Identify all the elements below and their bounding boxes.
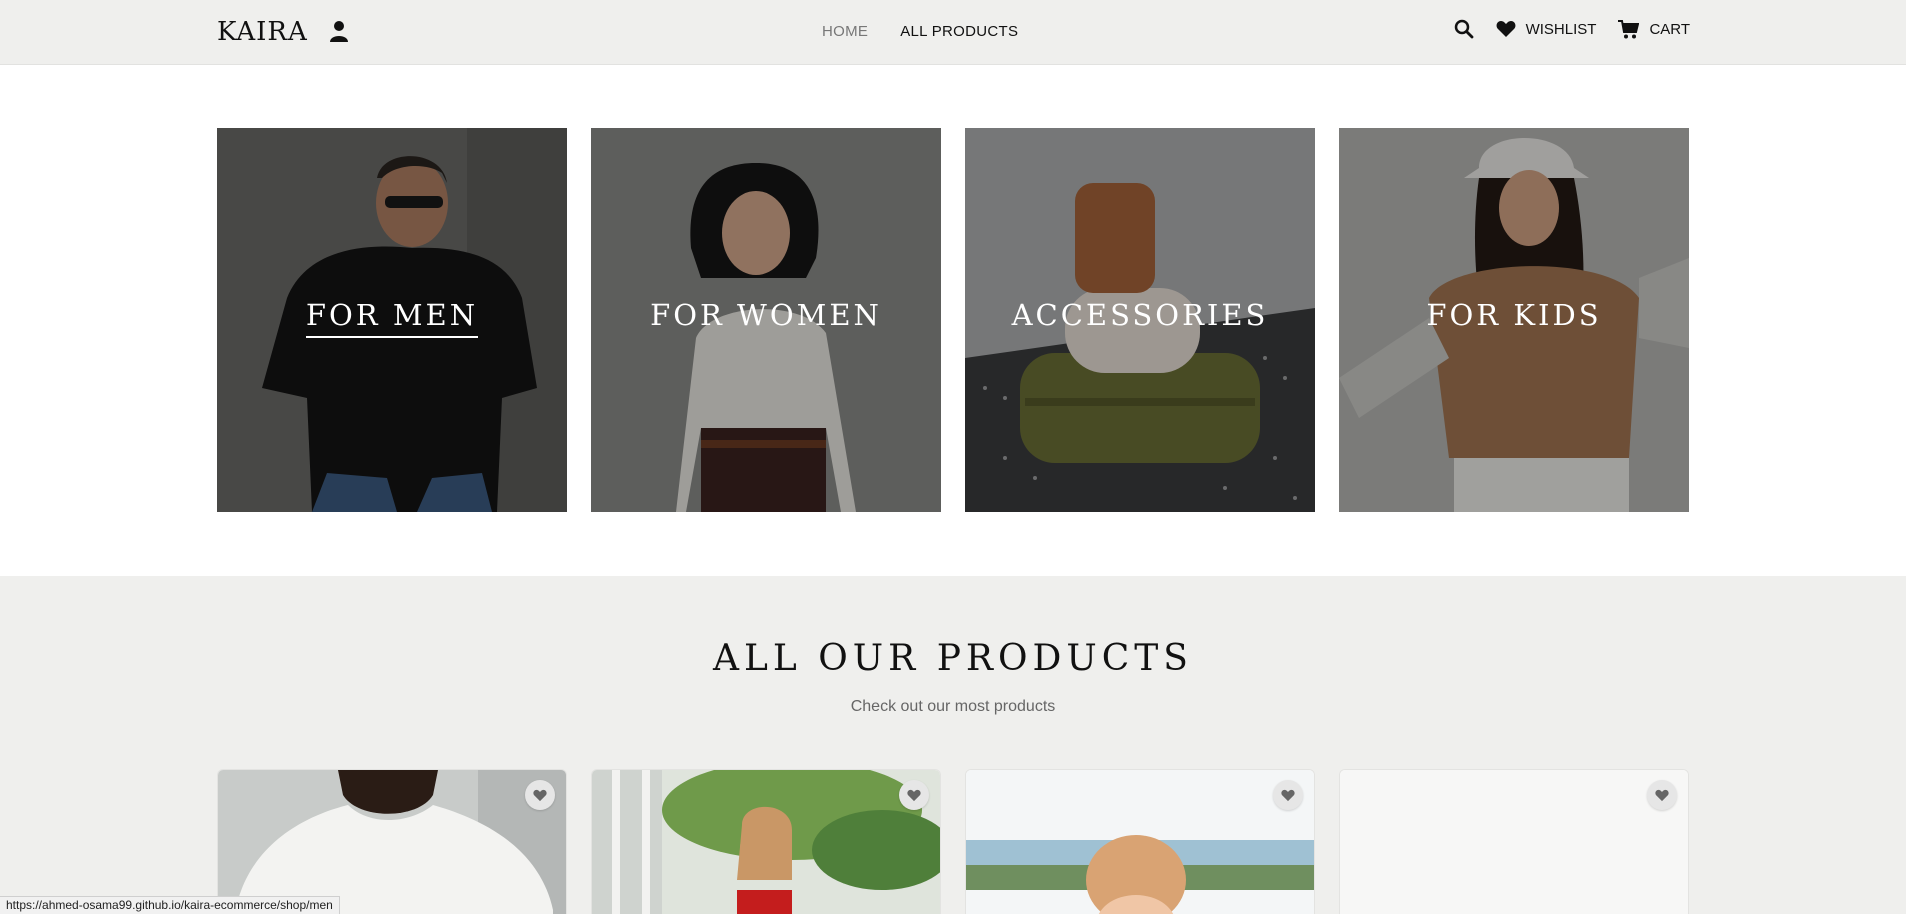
site-logo[interactable]: KAIRA xyxy=(217,17,308,47)
search-button[interactable] xyxy=(1454,19,1474,39)
heart-icon xyxy=(533,789,547,801)
product-card[interactable] xyxy=(591,769,941,914)
user-icon[interactable] xyxy=(330,20,348,42)
product-image xyxy=(966,770,1314,914)
category-label: FOR KIDS xyxy=(1426,298,1602,332)
product-card[interactable] xyxy=(217,769,567,914)
header-tools: WISHLIST CART xyxy=(1454,19,1690,39)
cart-label: CART xyxy=(1649,20,1690,38)
category-label: FOR MEN xyxy=(217,298,567,338)
category-grid: FOR MEN FOR WOMEN ACCESSORIES FOR KIDS xyxy=(217,128,1689,512)
cart-icon xyxy=(1618,19,1640,38)
section-title: ALL OUR PRODUCTS xyxy=(713,638,1193,679)
product-image xyxy=(1340,770,1688,914)
section-subtitle: Check out our most products xyxy=(850,698,1056,715)
search-icon xyxy=(1454,19,1473,39)
product-grid xyxy=(217,769,1689,914)
add-to-wishlist-button[interactable] xyxy=(899,780,929,810)
product-image xyxy=(218,770,566,914)
wishlist-button[interactable]: WISHLIST xyxy=(1496,20,1597,38)
product-card[interactable] xyxy=(1339,769,1689,914)
heart-icon xyxy=(1655,789,1669,801)
add-to-wishlist-button[interactable] xyxy=(1647,780,1677,810)
category-men[interactable]: FOR MEN xyxy=(217,128,567,512)
link-status-bar: https://ahmed-osama99.github.io/kaira-ec… xyxy=(0,896,340,914)
product-card[interactable] xyxy=(965,769,1315,914)
category-accessories[interactable]: ACCESSORIES xyxy=(965,128,1315,512)
cart-button[interactable]: CART xyxy=(1618,19,1690,39)
category-kids[interactable]: FOR KIDS xyxy=(1339,128,1689,512)
site-header: KAIRA HOME ALL PRODUCTS WISHLIST CART xyxy=(0,0,1906,65)
add-to-wishlist-button[interactable] xyxy=(1273,780,1303,810)
main-nav: HOME ALL PRODUCTS xyxy=(822,23,1018,40)
wishlist-label: WISHLIST xyxy=(1525,20,1597,38)
products-section: ALL OUR PRODUCTS Check out our most prod… xyxy=(0,576,1906,914)
nav-all-products[interactable]: ALL PRODUCTS xyxy=(900,23,1018,40)
add-to-wishlist-button[interactable] xyxy=(525,780,555,810)
product-image xyxy=(592,770,940,914)
category-label: ACCESSORIES xyxy=(1011,298,1269,332)
heart-icon xyxy=(1496,21,1516,37)
heart-icon xyxy=(1281,789,1295,801)
category-label: FOR WOMEN xyxy=(650,298,882,332)
category-women[interactable]: FOR WOMEN xyxy=(591,128,941,512)
heart-icon xyxy=(907,789,921,801)
nav-home[interactable]: HOME xyxy=(822,23,868,40)
